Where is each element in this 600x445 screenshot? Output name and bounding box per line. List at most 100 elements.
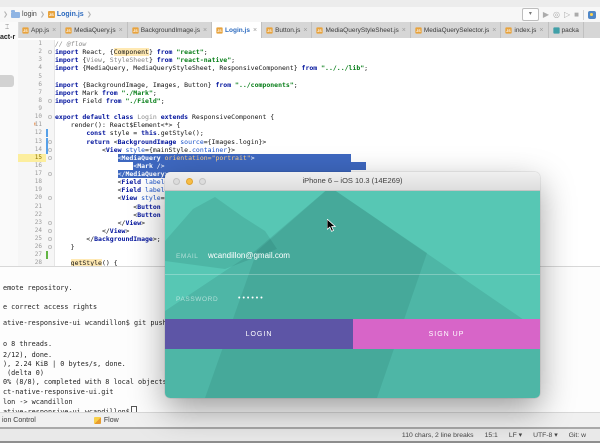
code-line: 2import React, {Component} from "react";	[18, 48, 600, 56]
line-number: 7	[18, 89, 46, 97]
tab-version-control[interactable]: ion Control	[2, 417, 36, 424]
code-line: 6import {BackgroundImage, Images, Button…	[18, 81, 600, 89]
chevron-right-icon: ❯	[3, 11, 8, 18]
terminal-line: emote repository.	[3, 284, 73, 292]
code-text: <Mark />	[55, 162, 600, 170]
fold-icon[interactable]	[48, 50, 52, 54]
minimize-window-icon[interactable]	[186, 178, 193, 185]
code-line: 5	[18, 73, 600, 81]
fold-icon[interactable]	[48, 115, 52, 119]
gutter	[46, 73, 55, 81]
run-icon[interactable]: ▶	[543, 9, 549, 20]
fold-icon[interactable]	[48, 196, 52, 200]
run-config-dropdown[interactable]: ▾	[522, 8, 539, 21]
fold-icon[interactable]	[48, 148, 52, 152]
line-number: 14	[18, 146, 46, 154]
line-number: 11	[18, 121, 46, 129]
gutter	[46, 89, 55, 97]
status-segment[interactable]: LF ▾	[509, 431, 522, 439]
line-number: 25	[18, 235, 46, 243]
close-tab-icon[interactable]: ×	[492, 27, 496, 34]
tab-mediaquery-js[interactable]: MediaQuery.js×	[61, 22, 128, 38]
tab-index-js[interactable]: index.js×	[501, 22, 548, 38]
fold-icon[interactable]	[48, 140, 52, 144]
find-icon[interactable]	[588, 11, 596, 19]
close-tab-icon[interactable]: ×	[539, 27, 543, 34]
rerun-icon[interactable]: ▷	[564, 9, 570, 20]
zoom-window-icon[interactable]	[199, 178, 206, 185]
chevron-right-icon: ❯	[87, 11, 92, 18]
breadcrumb-item-loginjs[interactable]: Login.js	[57, 11, 84, 18]
line-number: 20	[18, 194, 46, 202]
close-tab-icon[interactable]: ×	[119, 27, 123, 34]
stop-icon[interactable]: ■	[574, 9, 579, 20]
close-tab-icon[interactable]: ×	[52, 27, 56, 34]
breadcrumb-item-login[interactable]: login	[22, 11, 37, 18]
fold-icon[interactable]	[48, 221, 52, 225]
close-tab-icon[interactable]: ×	[253, 27, 257, 34]
gutter	[46, 40, 55, 48]
close-tab-icon[interactable]: ×	[402, 27, 406, 34]
terminal-line: ct-native-responsive-ui.git	[3, 388, 114, 396]
tab-login-js[interactable]: Login.js×	[212, 22, 262, 38]
field-divider	[165, 274, 540, 275]
fold-icon[interactable]	[48, 99, 52, 103]
code-line: 9	[18, 105, 600, 113]
gutter	[46, 162, 55, 170]
tab-backgroundimage-js[interactable]: BackgroundImage.js×	[128, 22, 212, 38]
code-text: import {MediaQuery, MediaQueryStyleSheet…	[55, 64, 600, 72]
terminal-line: e correct access rights	[3, 303, 97, 311]
fold-icon[interactable]	[48, 229, 52, 233]
code-text: import Field from "./Field";	[55, 97, 600, 105]
tab-label: packa	[562, 27, 579, 34]
fold-icon[interactable]	[48, 172, 52, 176]
code-text: export default class Login extends Respo…	[55, 113, 600, 121]
breadcrumb: ❯ login ❯ Login.js ❯ ▾ ▶ ◎ ▷ ■	[0, 7, 600, 23]
status-segment[interactable]: Git: w	[569, 432, 586, 439]
code-text: return <BackgroundImage source={Images.l…	[55, 138, 600, 146]
gutter	[46, 146, 55, 154]
line-number: 15	[18, 154, 46, 162]
tab-packa[interactable]: packa	[549, 22, 584, 38]
simulator-title: iPhone 6 – iOS 10.3 (14E269)	[302, 176, 402, 185]
email-field[interactable]: wcandillon@gmail.com	[208, 251, 290, 260]
tab-mediaqueryselector-js[interactable]: MediaQuerySelector.js×	[411, 22, 501, 38]
gutter	[46, 121, 55, 129]
status-segment[interactable]: 110 chars, 2 line breaks	[402, 432, 474, 439]
line-number: 19	[18, 186, 46, 194]
tab-button-js[interactable]: Button.js×	[262, 22, 312, 38]
signup-button[interactable]: SIGN UP	[353, 319, 540, 349]
gutter	[46, 227, 55, 235]
login-button[interactable]: LOGIN	[165, 319, 353, 349]
terminal-line: 2/12), done.	[3, 351, 52, 359]
traffic-lights	[173, 178, 206, 185]
tab-bar: App.js×MediaQuery.js×BackgroundImage.js×…	[18, 22, 600, 39]
close-tab-icon[interactable]: ×	[203, 27, 207, 34]
selected-code: <MediaQuery orientation="portrait">	[118, 154, 351, 162]
coverage-icon[interactable]: ◎	[553, 9, 560, 20]
tab-flow[interactable]: Flow	[94, 417, 119, 424]
panel-resize-thumb[interactable]	[0, 75, 14, 87]
terminal-line: 0% (8/8), completed with 8 local objects…	[3, 378, 171, 386]
gutter	[46, 138, 55, 146]
password-field[interactable]: ••••••	[238, 295, 265, 302]
tab-mediaquerystylesheet-js[interactable]: MediaQueryStyleSheet.js×	[312, 22, 410, 38]
fold-icon[interactable]	[48, 156, 52, 160]
override-marker-icon[interactable]: ⬆	[33, 121, 37, 129]
close-tab-icon[interactable]: ×	[303, 27, 307, 34]
line-number: 5	[18, 73, 46, 81]
close-window-icon[interactable]	[173, 178, 180, 185]
project-root-label: act-r	[0, 34, 18, 41]
status-segment[interactable]: 15:1	[485, 432, 498, 439]
code-line: 1// @flow	[18, 40, 600, 48]
simulator-titlebar[interactable]: iPhone 6 – iOS 10.3 (14E269)	[165, 172, 540, 191]
tool-window-button-icon[interactable]: ⌶	[5, 24, 9, 32]
js-file-icon	[266, 27, 272, 33]
tab-app-js[interactable]: App.js×	[18, 22, 61, 38]
fold-icon[interactable]	[48, 245, 52, 249]
fold-icon[interactable]	[48, 237, 52, 241]
mountain-background-image	[165, 191, 540, 398]
code-text	[55, 105, 600, 113]
terminal-line: ative-responsive-ui wcandillon$ git push…	[3, 319, 175, 327]
status-segment[interactable]: UTF-8 ▾	[533, 431, 558, 439]
